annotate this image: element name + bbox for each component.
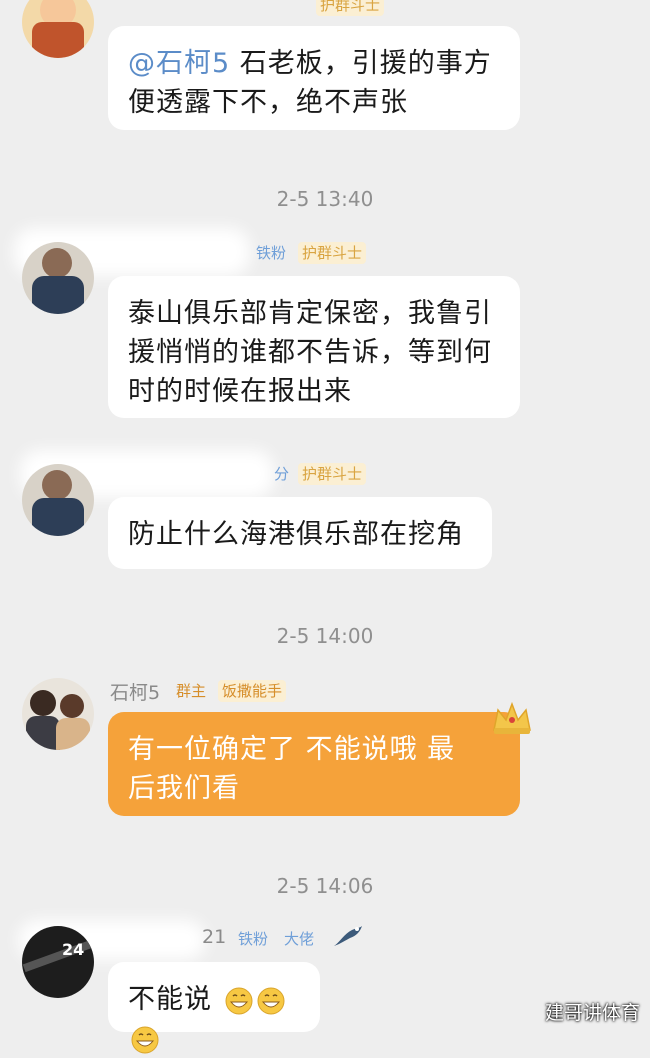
avatar[interactable] [22,242,94,314]
avatar[interactable] [22,464,94,536]
message-text: 后我们看 [128,773,240,804]
timestamp: 2-5 13:40 [276,187,374,211]
badge-guard: 护群斗士 [298,463,367,485]
badge-iron-fan: 铁粉 [238,930,269,948]
crown-icon [493,701,531,734]
badge-iron-fan: 分 [274,465,290,483]
badge-iron-fan: 铁粉 [256,244,287,262]
timestamp: 2-5 14:06 [276,874,374,898]
badge-rice: 饭撒能手 [218,680,287,702]
message-text: 便透露下不，绝不声张 [128,87,408,118]
avatar[interactable]: 24 [22,926,94,998]
message-text: 石老板，引援的事方 [230,48,492,79]
message-text: 援悄悄的谁都不告诉，等到何 [128,337,492,368]
timestamp: 2-5 14:00 [276,624,374,648]
badge-owner: 群主 [176,682,207,700]
sender-name: 石柯5 [110,682,161,704]
watermark: 建哥讲体育 [544,1002,640,1024]
message-text: 泰山俱乐部肯定保密，我鲁引 [128,298,492,329]
message-bubble[interactable]: @石柯5 石老板，引援的事方 便透露下不，绝不声张 [108,26,520,130]
sender-name: 21 [202,926,227,948]
message-text: 防止什么海港俱乐部在挖角 [128,519,464,550]
avatar[interactable] [22,0,94,58]
grin-emoji-icon [131,1026,159,1053]
message-bubble[interactable]: 泰山俱乐部肯定保密，我鲁引 援悄悄的谁都不告诉，等到何 时的时候在报出来 [108,276,520,418]
grin-emoji-icon [225,987,253,1014]
message-text: 有一位确定了 不能说哦 最 [128,734,456,765]
grin-emoji-icon [257,987,285,1014]
message-text: 时的时候在报出来 [128,376,352,407]
badge-guard: 护群斗士 [316,0,385,16]
magpie-icon [334,926,362,946]
message-text: 不能说 [128,984,212,1015]
badge-big-shot: 大佬 [284,930,315,948]
mention-link[interactable]: @石柯5 [128,48,230,79]
badge-guard: 护群斗士 [298,242,367,264]
message-bubble[interactable]: 不能说 [108,962,320,1053]
avatar[interactable] [22,678,94,750]
message-bubble[interactable]: 防止什么海港俱乐部在挖角 [108,497,492,569]
message-bubble[interactable]: 有一位确定了 不能说哦 最 后我们看 [108,712,520,816]
